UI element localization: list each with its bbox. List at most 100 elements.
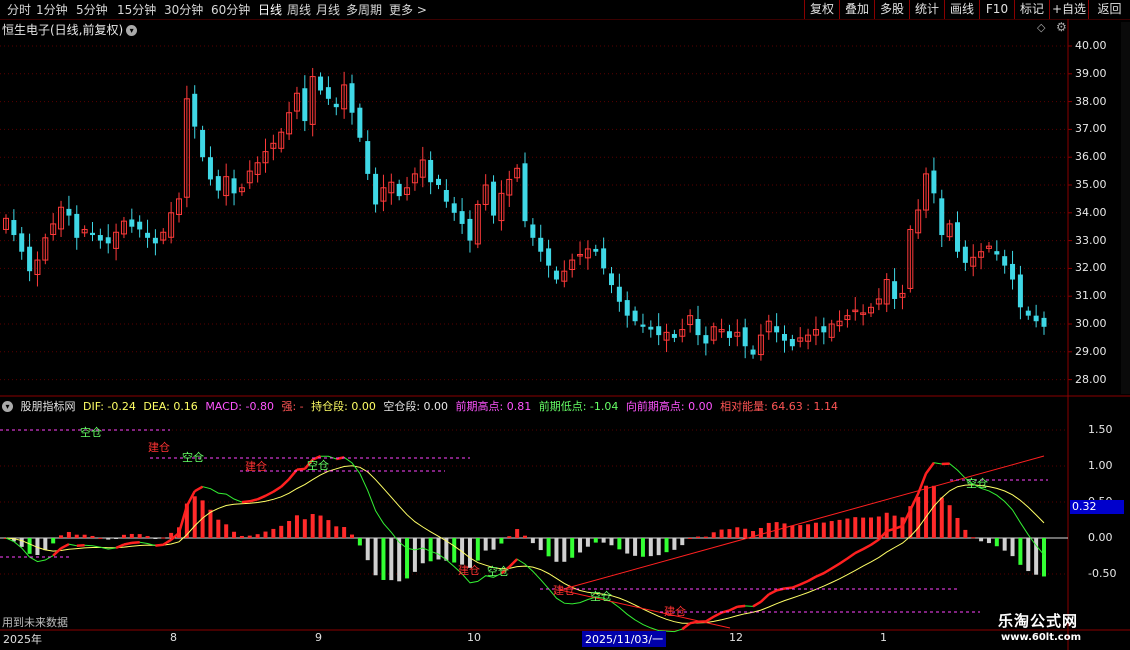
price-tick-label: 31.00 bbox=[1075, 289, 1107, 303]
macd-histogram-bar bbox=[696, 536, 700, 538]
settings-gear-icon[interactable]: ⚙ bbox=[1056, 20, 1067, 34]
chevron-down-icon[interactable]: ▾ bbox=[2, 401, 13, 412]
candle-body-down bbox=[215, 176, 221, 191]
candle-body-down bbox=[1033, 315, 1039, 322]
candle-body-down bbox=[90, 232, 95, 236]
macd-histogram-bar bbox=[664, 538, 669, 553]
indicator-tick-label: -0.50 bbox=[1088, 567, 1117, 580]
chevron-down-icon[interactable]: ▾ bbox=[126, 25, 138, 36]
macd-histogram-bar bbox=[609, 538, 614, 546]
signal-label: 空仓 bbox=[182, 450, 204, 464]
macd-histogram-bar bbox=[19, 538, 24, 547]
macd-histogram-bar bbox=[892, 515, 897, 538]
strong-value: 强: - bbox=[281, 400, 304, 413]
candle-body-down bbox=[1025, 310, 1031, 316]
macd-histogram-bar bbox=[247, 535, 252, 538]
signal-label: 空仓 bbox=[966, 476, 988, 490]
candle-body-down bbox=[373, 173, 379, 205]
candle-body-down bbox=[349, 83, 355, 113]
watermark-title: 乐淘公式网 bbox=[998, 612, 1079, 630]
macd-histogram-bar bbox=[507, 536, 512, 538]
candle-body-down bbox=[396, 183, 402, 197]
macd-histogram-bar bbox=[475, 538, 480, 561]
price-tick-label: 39.00 bbox=[1075, 66, 1107, 80]
macd-histogram-bar bbox=[302, 519, 307, 538]
candle-body-down bbox=[451, 203, 457, 213]
candle-body-down bbox=[357, 107, 363, 138]
date-label-sep: 9 bbox=[315, 631, 322, 644]
macd-histogram-bar bbox=[515, 529, 520, 538]
macd-histogram-bar bbox=[853, 517, 858, 538]
candle-body-down bbox=[443, 190, 449, 202]
candle-body-down bbox=[640, 324, 646, 327]
macd-histogram-bar bbox=[688, 537, 693, 539]
macd-histogram-bar bbox=[216, 519, 221, 538]
diamond-icon[interactable]: ◇ bbox=[1037, 21, 1045, 34]
candle-body-down bbox=[192, 93, 198, 127]
macd-histogram-bar bbox=[837, 519, 842, 538]
macd-histogram-bar bbox=[90, 535, 95, 538]
price-tick-label: 36.00 bbox=[1075, 150, 1107, 164]
macd-histogram-bar bbox=[499, 538, 504, 544]
candle-body-down bbox=[27, 246, 33, 272]
cursor-date-label: 2025/11/03/一 bbox=[582, 631, 667, 647]
kline-chart[interactable]: 空仓建仓空仓建仓 空仓建仓 空仓建仓 空仓建仓空仓 bbox=[0, 0, 1130, 650]
macd-histogram-bar bbox=[491, 538, 496, 550]
relative-energy-value: 相对能量: 64.63 : 1.14 bbox=[720, 400, 838, 413]
candle-body-down bbox=[774, 326, 780, 333]
macd-histogram-bar bbox=[680, 538, 685, 546]
macd-value: MACD: -0.80 bbox=[205, 400, 274, 413]
macd-histogram-bar bbox=[342, 527, 347, 538]
candle-body-down bbox=[601, 248, 607, 269]
macd-histogram-bar bbox=[381, 538, 386, 580]
macd-histogram-bar bbox=[224, 524, 229, 538]
macd-histogram-bar bbox=[82, 534, 87, 538]
candle-body-down bbox=[522, 163, 528, 222]
macd-histogram-bar bbox=[263, 531, 268, 538]
macd-histogram-bar bbox=[1002, 538, 1007, 551]
macd-histogram-bar bbox=[648, 538, 653, 557]
macd-histogram-bar bbox=[601, 538, 606, 543]
macd-histogram-bar bbox=[979, 538, 984, 542]
macd-histogram-bar bbox=[735, 527, 740, 538]
indicator-tick-label: 1.50 bbox=[1088, 423, 1113, 436]
candle-body-down bbox=[436, 178, 441, 185]
macd-histogram-bar bbox=[239, 535, 244, 538]
macd-histogram-bar bbox=[271, 528, 276, 538]
macd-histogram-bar bbox=[129, 533, 134, 538]
candle-body-down bbox=[1010, 263, 1016, 280]
candle-body-down bbox=[1017, 274, 1023, 308]
future-data-note: 用到未来数据 bbox=[2, 616, 68, 629]
candle-body-down bbox=[200, 129, 206, 158]
macd-histogram-bar bbox=[405, 538, 410, 579]
date-label-year: 2025年 bbox=[3, 633, 42, 646]
candle-body-down bbox=[66, 208, 72, 216]
candle-body-down bbox=[695, 318, 701, 336]
macd-histogram-bar bbox=[821, 522, 826, 538]
candle-body-down bbox=[994, 251, 1000, 255]
prev-low-value: 前期低点: -1.04 bbox=[538, 400, 619, 413]
signal-label: 建仓 bbox=[458, 563, 480, 577]
prev-high-value: 前期高点: 0.81 bbox=[455, 400, 532, 413]
candle-body-down bbox=[892, 281, 898, 299]
macd-histogram-bar bbox=[350, 534, 354, 538]
stock-title-label: 恒生电子(日线,前复权) bbox=[2, 23, 124, 37]
macd-histogram-bar bbox=[318, 515, 323, 538]
candle-body-down bbox=[302, 88, 308, 122]
candle-body-down bbox=[648, 326, 654, 330]
indicator-tick-label: 0.00 bbox=[1088, 531, 1113, 544]
candle-body-down bbox=[325, 87, 331, 99]
macd-histogram-bar bbox=[161, 537, 166, 539]
indicator-tick-label: 1.00 bbox=[1088, 459, 1113, 472]
candle-body-down bbox=[459, 211, 465, 224]
price-tick-label: 37.00 bbox=[1075, 122, 1107, 136]
macd-histogram-bar bbox=[137, 534, 142, 538]
candle-body-down bbox=[616, 286, 622, 302]
macd-histogram-bar bbox=[523, 535, 527, 538]
macd-histogram-bar bbox=[798, 525, 803, 538]
date-label-aug: 8 bbox=[170, 631, 177, 644]
macd-histogram-bar bbox=[711, 532, 716, 538]
dea-value: DEA: 0.16 bbox=[143, 400, 198, 413]
price-tick-label: 32.00 bbox=[1075, 261, 1107, 275]
stock-title[interactable]: 恒生电子(日线,前复权) ▾ bbox=[2, 21, 138, 38]
